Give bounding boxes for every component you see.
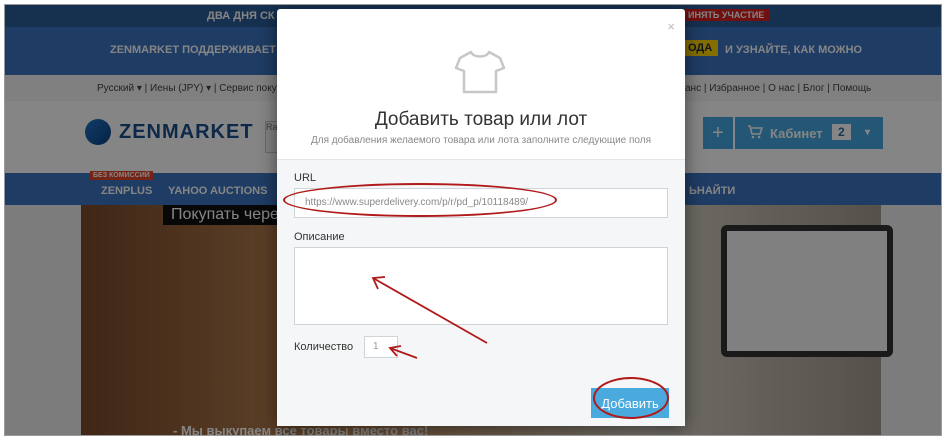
annotation-arrows [371,276,488,359]
screenshot-frame: ДВА ДНЯ СК ИНЯТЬ УЧАСТИЕ ZENMARKET ПОДДЕ… [4,4,942,436]
annotation-arrow-description [372,277,488,344]
